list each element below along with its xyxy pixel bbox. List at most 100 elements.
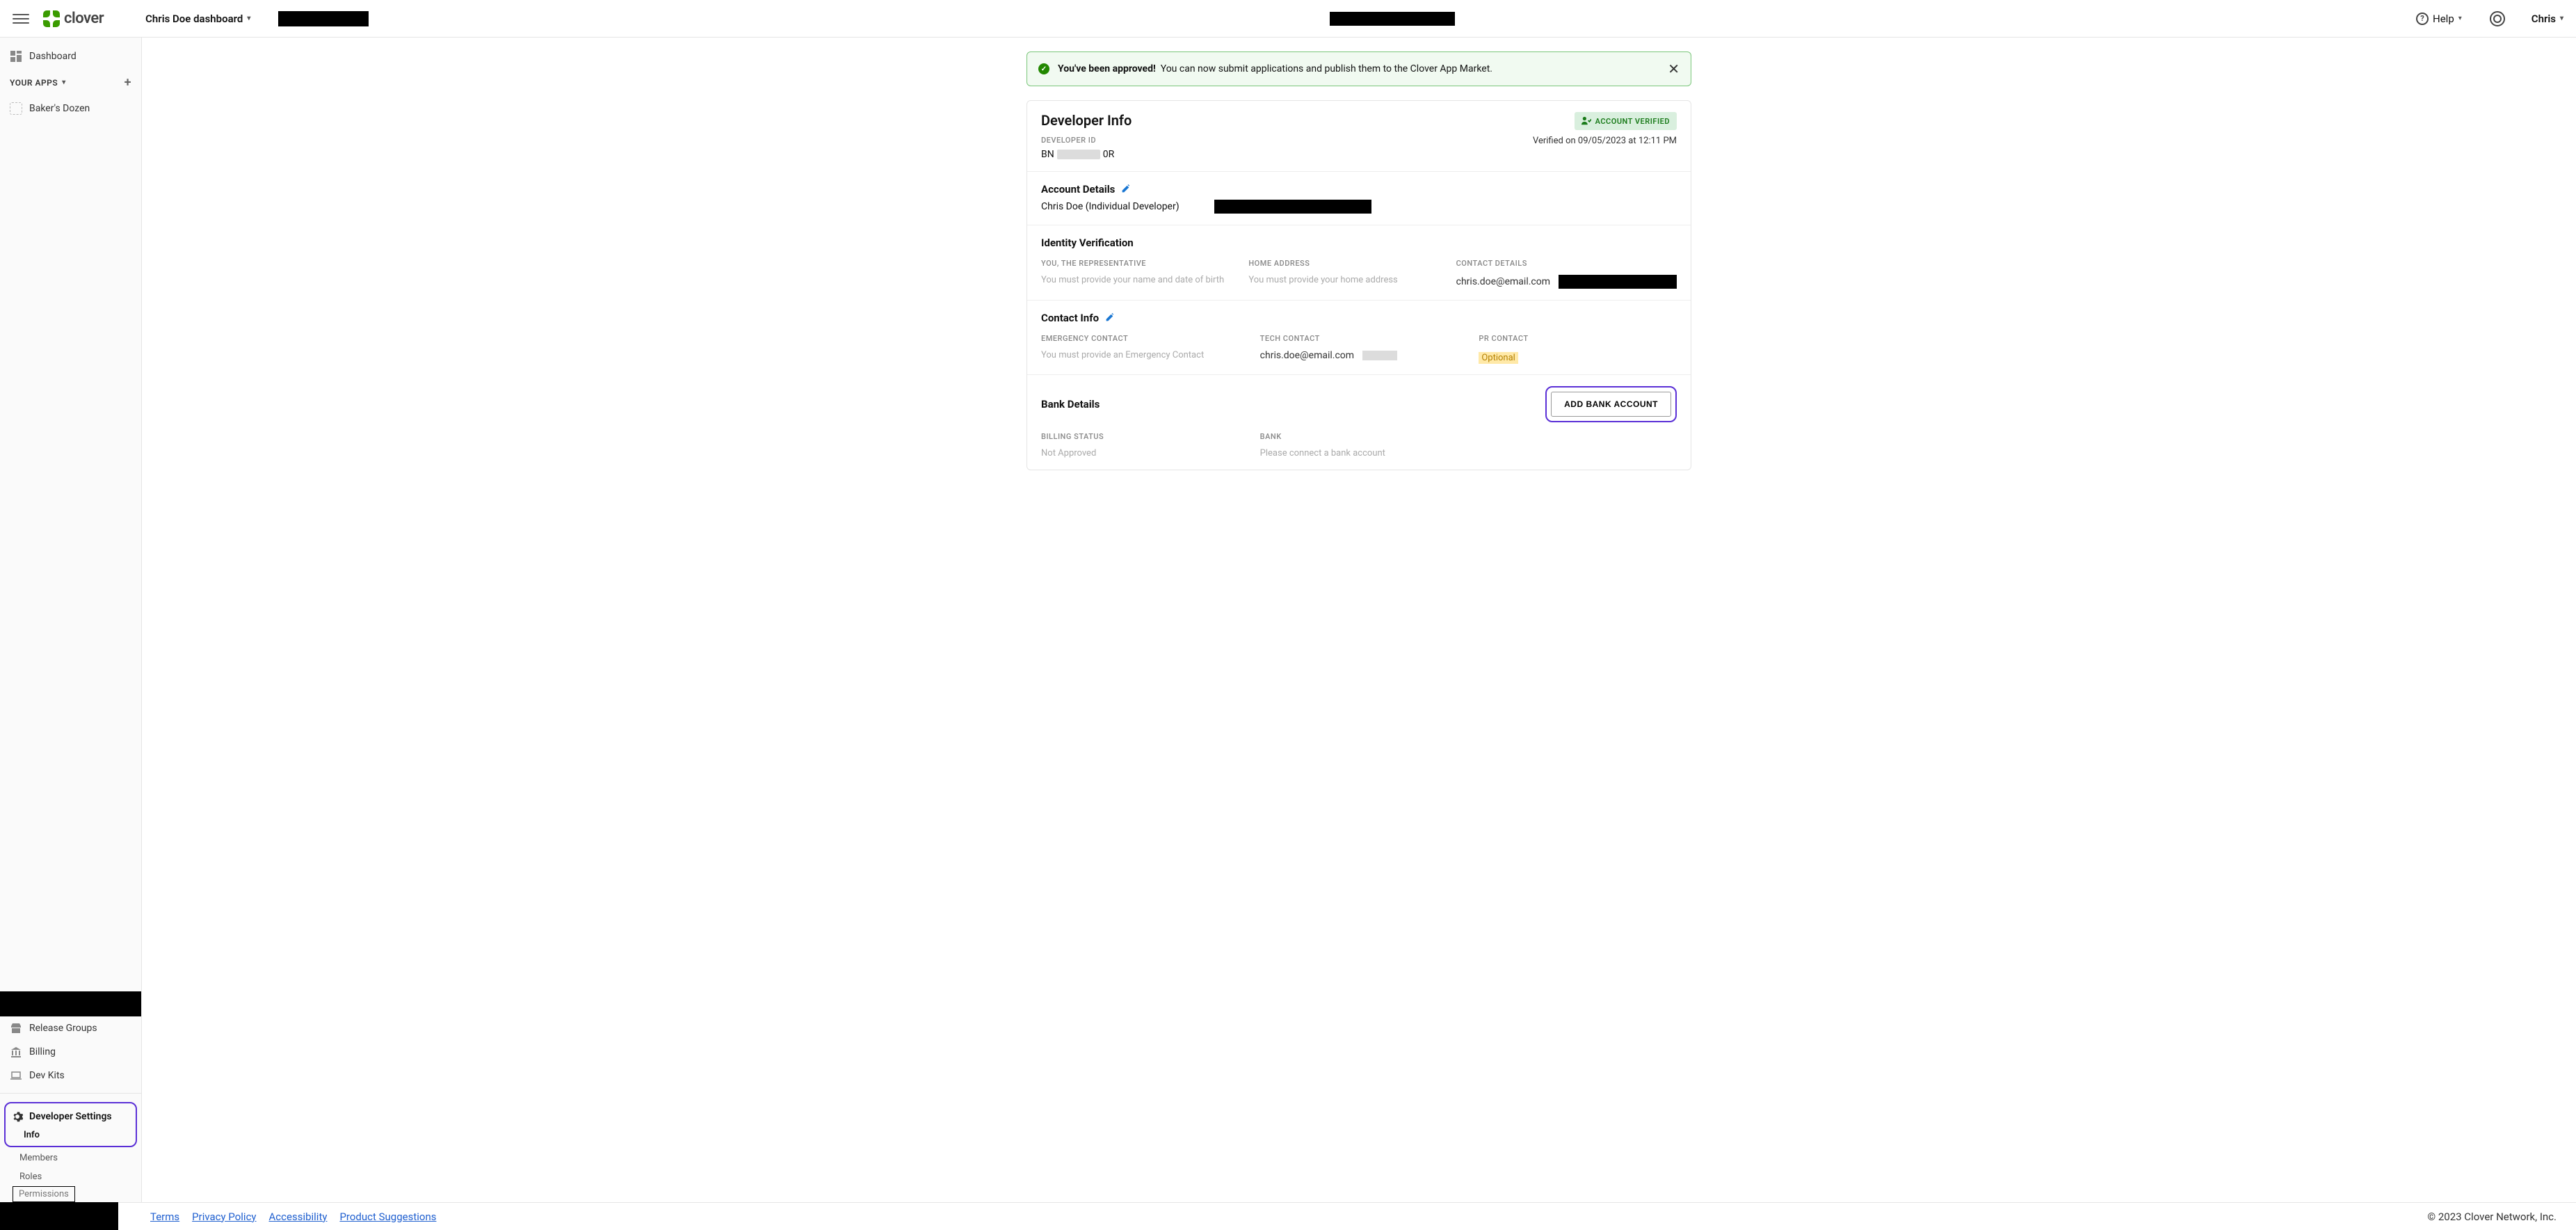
section-title: Contact Info [1041,312,1099,324]
sidebar-item-label: Billing [29,1046,56,1057]
badge-label: ACCOUNT VERIFIED [1595,117,1670,126]
pr-optional: Optional [1479,352,1518,364]
menu-icon[interactable] [13,10,29,27]
dev-id-suffix: 0R [1103,149,1115,160]
sidebar-subitem-permissions[interactable]: Permissions [13,1186,75,1202]
rep-label: YOU, THE REPRESENTATIVE [1041,259,1227,268]
contact-info-section: Contact Info EMERGENCY CONTACT You must … [1027,301,1691,375]
sidebar-subitem-info[interactable]: Info [10,1126,131,1140]
redacted-id [1057,150,1100,159]
dashboard-icon [10,50,22,63]
edit-icon[interactable] [1120,184,1130,194]
footer-copyright: © 2023 Clover Network, Inc. [2427,1211,2557,1223]
contact-email: chris.doe@email.com [1456,276,1550,287]
sidebar-item-dashboard[interactable]: Dashboard [0,45,141,68]
sidebar-item-label: Release Groups [29,1023,97,1034]
alert-body: You can now submit applications and publ… [1161,63,1492,74]
sidebar-item-developer-settings[interactable]: Developer Settings [10,1108,131,1126]
footer-link-terms[interactable]: Terms [150,1211,179,1223]
redacted-block [1559,275,1677,289]
main-content: ✓ You've been approved! You can now subm… [142,38,2576,1202]
redacted-block [1214,200,1371,214]
sidebar-item-label: Developer Settings [29,1111,112,1122]
user-name: Chris [2531,13,2556,25]
developer-id-label: DEVELOPER ID [1041,136,1533,145]
sidebar-section-your-apps[interactable]: YOUR APPS ▾ + [0,68,141,97]
redacted-block [278,11,369,26]
add-bank-highlight: ADD BANK ACCOUNT [1545,386,1677,422]
emergency-label: EMERGENCY CONTACT [1041,334,1239,343]
chevron-down-icon: ▾ [247,15,250,22]
tech-label: TECH CONTACT [1260,334,1458,343]
account-verified-badge: ACCOUNT VERIFIED [1575,112,1677,130]
footer: Terms Privacy Policy Accessibility Produ… [0,1202,2576,1230]
dev-id-prefix: BN [1041,149,1054,160]
gear-icon [11,1110,24,1123]
user-menu[interactable]: Chris ▾ [2531,13,2563,25]
rep-text: You must provide your name and date of b… [1041,275,1227,285]
sidebar: Dashboard YOUR APPS ▾ + Baker's Dozen Re… [0,38,142,1202]
app-placeholder-icon [10,102,22,115]
identity-verification-section: Identity Verification YOU, THE REPRESENT… [1027,225,1691,301]
bank-details-section: Bank Details ADD BANK ACCOUNT BILLING ST… [1027,375,1691,470]
app-header: clover Chris Doe dashboard ▾ ? Help ▾ Ch… [0,0,2576,38]
sidebar-item-billing[interactable]: Billing [0,1040,141,1064]
help-icon: ? [2416,13,2429,25]
approval-alert: ✓ You've been approved! You can now subm… [1027,51,1691,86]
contact-label: CONTACT DETAILS [1456,259,1677,268]
add-bank-account-button[interactable]: ADD BANK ACCOUNT [1551,392,1671,417]
developer-id-value: BN 0R [1041,149,1533,160]
add-app-icon[interactable]: + [124,75,131,90]
edit-icon[interactable] [1104,313,1114,323]
chevron-down-icon: ▾ [62,79,66,86]
pr-label: PR CONTACT [1479,334,1677,343]
redacted-block [1330,12,1455,26]
billing-text: Not Approved [1041,448,1239,458]
account-details-section: Account Details Chris Doe (Individual De… [1027,172,1691,225]
section-title: Account Details [1041,183,1115,195]
sidebar-item-release-groups[interactable]: Release Groups [0,1016,141,1040]
sidebar-subitem-members[interactable]: Members [0,1149,141,1167]
developer-info-card: Developer Info DEVELOPER ID BN 0R AC [1027,100,1691,470]
dashboard-selector-label: Chris Doe dashboard [145,13,243,25]
emergency-text: You must provide an Emergency Contact [1041,350,1239,360]
account-name: Chris Doe (Individual Developer) [1041,201,1180,212]
footer-link-accessibility[interactable]: Accessibility [269,1211,328,1223]
redacted-block [1362,351,1397,360]
logo-text: clover [64,10,104,27]
check-icon: ✓ [1038,63,1049,74]
footer-link-suggestions[interactable]: Product Suggestions [339,1211,436,1223]
verified-on-text: Verified on 09/05/2023 at 12:11 PM [1533,136,1677,146]
bank-label: BANK [1260,432,1458,441]
billing-label: BILLING STATUS [1041,432,1239,441]
avatar-icon[interactable] [2490,11,2505,26]
sidebar-subitem-roles[interactable]: Roles [0,1167,141,1186]
alert-strong: You've been approved! [1058,63,1156,74]
developer-info-section: Developer Info DEVELOPER ID BN 0R AC [1027,101,1691,172]
store-icon [10,1022,22,1035]
clover-logo[interactable]: clover [43,10,104,27]
close-icon[interactable]: ✕ [1668,61,1680,77]
help-menu[interactable]: ? Help ▾ [2416,13,2462,25]
alert-text: You've been approved! You can now submit… [1058,63,1492,74]
chevron-down-icon: ▾ [2458,15,2462,22]
sidebar-item-dev-kits[interactable]: Dev Kits [0,1064,141,1087]
section-label: YOUR APPS [10,78,58,88]
dashboard-selector[interactable]: Chris Doe dashboard ▾ [145,13,250,25]
redacted-block [0,991,141,1016]
sidebar-item-label: Dev Kits [29,1070,65,1081]
home-label: HOME ADDRESS [1248,259,1435,268]
section-title: Bank Details [1041,398,1100,410]
page-title: Developer Info [1041,112,1533,129]
redacted-block [0,1202,118,1230]
chevron-down-icon: ▾ [2560,15,2563,22]
app-name: Baker's Dozen [29,103,90,114]
home-text: You must provide your home address [1248,275,1435,285]
footer-link-privacy[interactable]: Privacy Policy [192,1211,256,1223]
verified-icon [1581,116,1591,126]
help-label: Help [2433,13,2454,25]
sidebar-app-bakers-dozen[interactable]: Baker's Dozen [0,97,141,120]
bank-text: Please connect a bank account [1260,448,1458,458]
clover-icon [43,10,60,27]
developer-settings-highlight: Developer Settings Info [4,1102,137,1147]
